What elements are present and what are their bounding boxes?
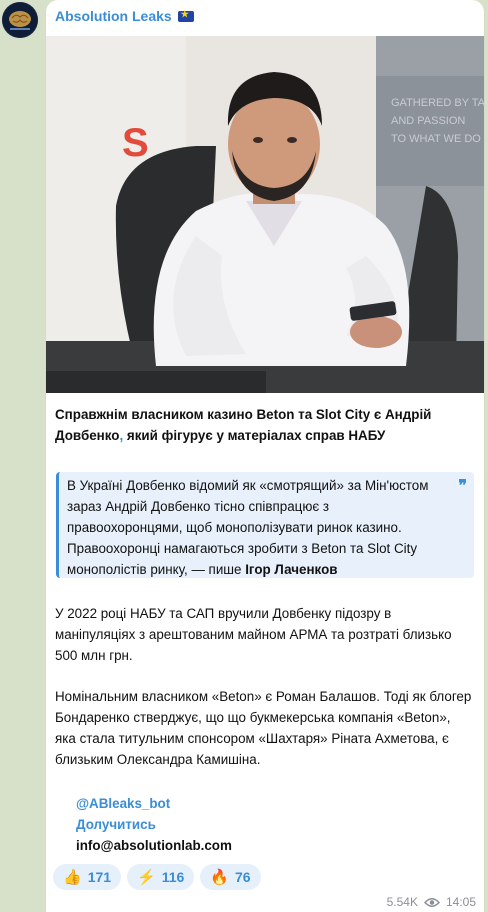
headline-part-2: який фігурує у матеріалах справ НАБУ — [123, 428, 386, 443]
quote-mark-icon: ❞ — [458, 478, 467, 495]
reaction-fire[interactable]: 🔥 76 — [200, 864, 261, 890]
wall-text-line-3: TO WHAT WE DO — [391, 133, 481, 145]
eye-icon — [423, 897, 440, 907]
reaction-count: 171 — [87, 869, 112, 885]
thumbs-up-icon: 👍 — [63, 869, 82, 886]
fire-icon: 🔥 — [210, 869, 230, 886]
wall-logo: S — [122, 121, 149, 165]
post-photo[interactable]: GATHERED BY TAL AND PASSION TO WHAT WE D… — [46, 36, 484, 393]
channel-name-text[interactable]: Absolution Leaks — [55, 8, 172, 24]
channel-name[interactable]: Absolution Leaks — [55, 8, 194, 24]
reaction-count: 116 — [161, 869, 185, 885]
message-bubble: Absolution Leaks GATHERED BY TAL AND PAS… — [46, 0, 484, 912]
join-link[interactable]: Долучитись — [76, 814, 488, 835]
post-headline: Справжнім власником казино Beton та Slot… — [55, 404, 475, 446]
post-paragraph-1: У 2022 році НАБУ та САП вручили Довбенку… — [55, 606, 452, 663]
blockquote: В Україні Довбенко відомий як «смотрящий… — [56, 472, 474, 578]
reaction-lightning[interactable]: ⚡ 116 — [127, 864, 195, 890]
eu-flag-icon — [177, 9, 194, 22]
lightning-icon: ⚡ — [137, 869, 156, 886]
post-links: @ABleaks_bot Долучитись info@absolutionl… — [76, 793, 488, 856]
reaction-thumbs-up[interactable]: 👍 171 — [53, 864, 122, 890]
brain-logo-icon — [9, 11, 31, 30]
message-time: 14:05 — [445, 895, 476, 909]
reactions-bar: 👍 171 ⚡ 116 🔥 76 — [53, 864, 261, 890]
email-text[interactable]: info@absolutionlab.com — [76, 835, 488, 856]
message-meta: 5.54K 14:05 — [387, 895, 476, 909]
wall-text-line-2: AND PASSION — [391, 115, 465, 127]
channel-avatar[interactable] — [2, 2, 38, 38]
quote-author: Ігор Лаченков — [245, 562, 338, 577]
post-paragraph-2: Номінальним власником «Beton» є Роман Ба… — [55, 689, 472, 767]
view-count: 5.54K — [386, 895, 418, 909]
reaction-count: 76 — [235, 869, 251, 885]
bot-link[interactable]: @ABleaks_bot — [76, 793, 488, 814]
wall-text-line-1: GATHERED BY TAL — [391, 97, 484, 109]
